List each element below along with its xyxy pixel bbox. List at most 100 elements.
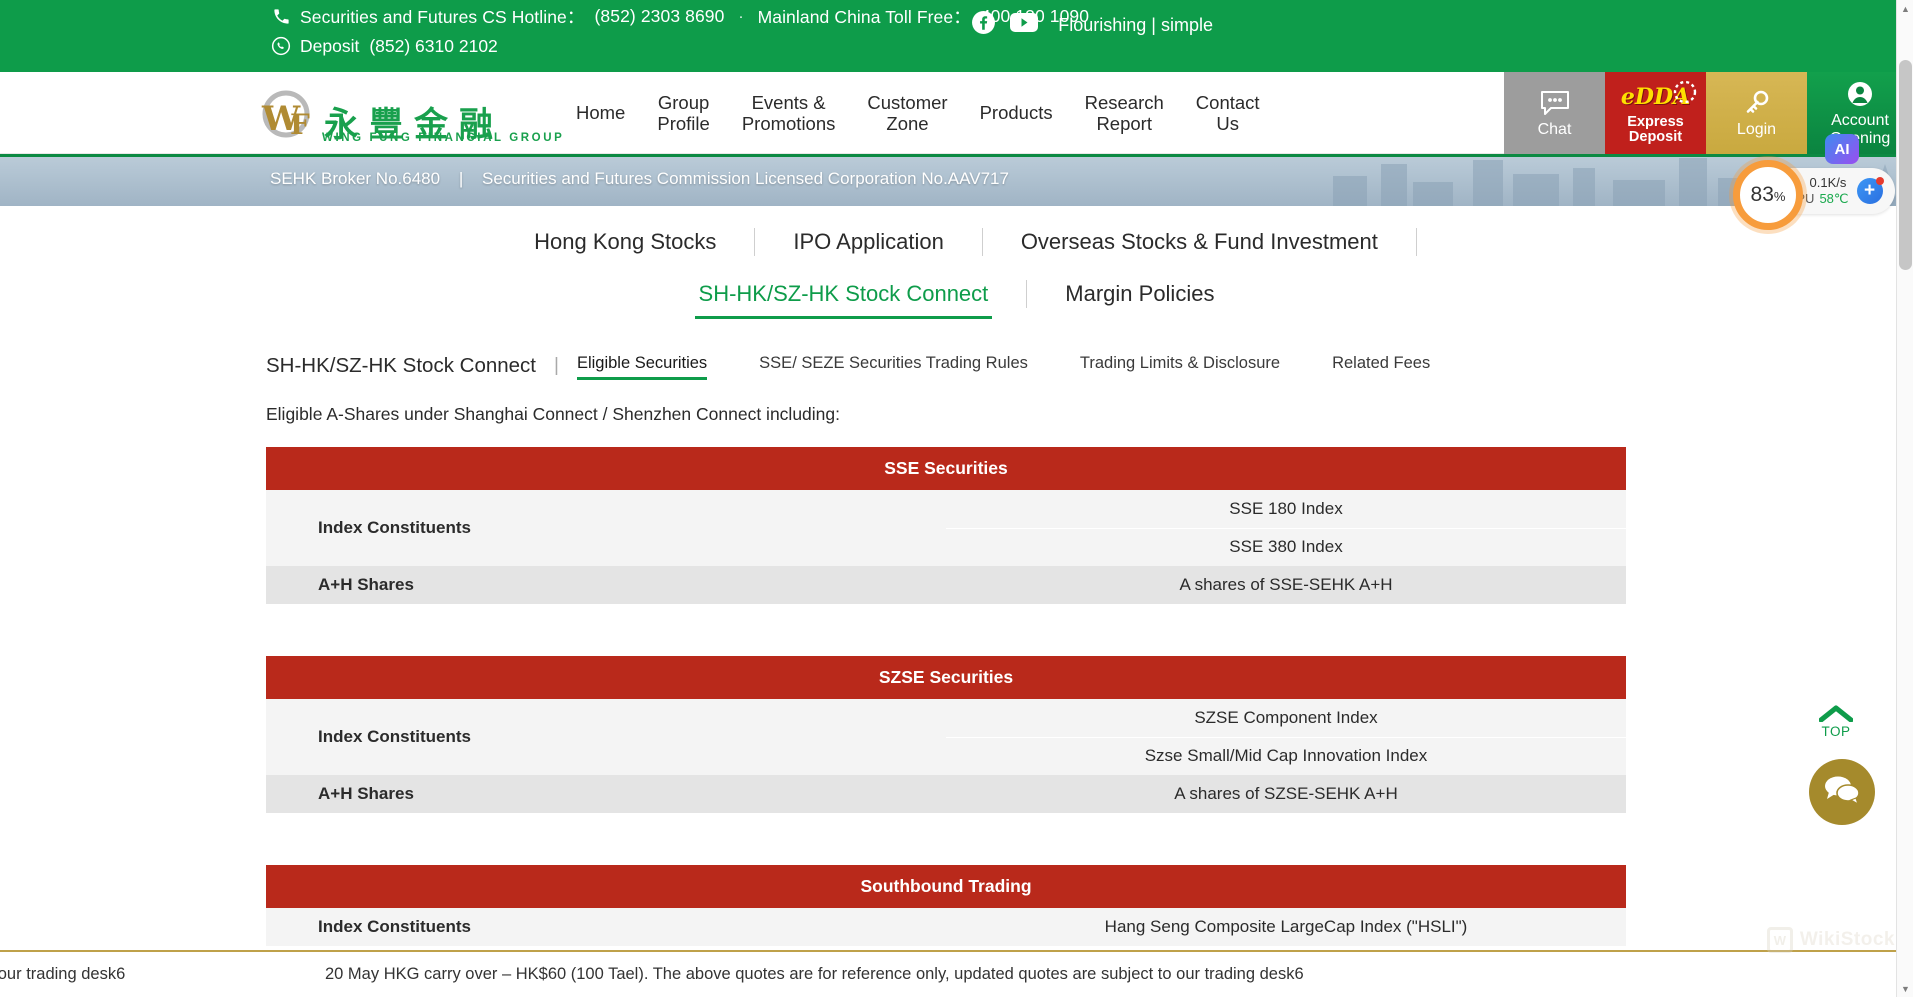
logo-english-name: WING FUNG FINANCIAL GROUP xyxy=(322,132,565,144)
mainland-label: Mainland China Toll Free： xyxy=(757,7,971,27)
subnav-item-eligible-securities[interactable]: Eligible Securities xyxy=(576,354,708,380)
cell-sse-180: SSE 180 Index xyxy=(946,490,1626,529)
logo-monogram-icon: W F xyxy=(258,90,320,142)
network-speed: 0.1K/s xyxy=(1809,174,1847,190)
cell-sse-ah: A shares of SSE-SEHK A+H xyxy=(946,566,1626,604)
row-label-index-constituents: Index Constituents xyxy=(266,908,946,946)
szse-table-title: SZSE Securities xyxy=(266,656,1626,699)
row-label-ah-shares: A+H Shares xyxy=(266,775,946,813)
section-title: SH-HK/SZ-HK Stock Connect xyxy=(266,354,536,377)
scroll-down-arrow-icon[interactable]: ▼ xyxy=(1897,980,1913,997)
nav-item-home[interactable]: Home xyxy=(560,102,641,123)
svg-text:F: F xyxy=(290,108,310,141)
watermark: W WikiStock xyxy=(1766,927,1895,953)
cpu-temperature: 58℃ xyxy=(1819,191,1849,206)
watermark-label: WikiStock xyxy=(1799,929,1895,950)
hero-banner: SEHK Broker No.6480 | Securities and Fut… xyxy=(0,154,1913,206)
subnav-item-related-fees[interactable]: Related Fees xyxy=(1332,354,1430,378)
table-row: Index Constituents SZSE Component Index xyxy=(266,699,1626,775)
tab-hong-kong-stocks[interactable]: Hong Kong Stocks xyxy=(496,229,754,255)
category-row-secondary: SH-HK/SZ-HK Stock Connect Margin Policie… xyxy=(0,280,1913,319)
nav-item-customer-zone[interactable]: Customer Zone xyxy=(851,92,963,135)
edda-icon: eDDA xyxy=(1621,80,1697,112)
scroll-up-arrow-icon[interactable]: ▲ xyxy=(1897,0,1913,17)
tab-ipo-application[interactable]: IPO Application xyxy=(755,229,981,255)
tab-stock-connect[interactable]: SH-HK/SZ-HK Stock Connect xyxy=(661,281,1027,319)
floating-chat-button[interactable] xyxy=(1809,759,1875,825)
express-deposit-button[interactable]: eDDA Express Deposit xyxy=(1605,72,1706,154)
sse-table-title: SSE Securities xyxy=(266,447,1626,490)
watermark-icon: W xyxy=(1766,927,1793,953)
add-widget-button[interactable]: + xyxy=(1856,177,1884,204)
chat-button[interactable]: Chat xyxy=(1504,72,1605,154)
cell-szse-component: SZSE Component Index xyxy=(946,699,1626,738)
hero-divider: | xyxy=(458,169,464,188)
back-to-top-button[interactable]: TOP xyxy=(1818,703,1854,739)
user-circle-icon xyxy=(1846,79,1874,109)
main-navigation: W F 永 豐 金 融 WING FUNG FINANCIAL GROUP Ho… xyxy=(0,72,1913,154)
table-row: Index Constituents Hang Seng Composite L… xyxy=(266,908,1626,947)
nav-item-group-profile[interactable]: Group Profile xyxy=(641,92,725,135)
subnav-pipe: | xyxy=(554,355,559,376)
license-info: SEHK Broker No.6480 | Securities and Fut… xyxy=(270,169,1009,189)
nav-item-research-report[interactable]: Research Report xyxy=(1069,92,1180,135)
social-label[interactable]: Flourishing | simple xyxy=(1058,15,1213,36)
row-label-ah-shares: A+H Shares xyxy=(266,566,946,604)
southbound-trading-table: Southbound Trading Index Constituents Ha… xyxy=(266,865,1626,947)
nav-item-contact-us[interactable]: Contact Us xyxy=(1180,92,1276,135)
deposit-label: Deposit xyxy=(300,35,360,56)
tab-margin-policies[interactable]: Margin Policies xyxy=(1027,281,1252,307)
table-row: A+H Shares A shares of SZSE-SEHK A+H xyxy=(266,775,1626,813)
express-deposit-label: Express Deposit xyxy=(1627,113,1684,145)
table-header: SSE Securities xyxy=(266,447,1626,490)
tab-overseas-stocks-fund-investment[interactable]: Overseas Stocks & Fund Investment xyxy=(983,229,1416,255)
broker-number: SEHK Broker No.6480 xyxy=(270,169,441,188)
category-tab-bar: Hong Kong Stocks IPO Application Oversea… xyxy=(0,206,1913,319)
vertical-scrollbar[interactable]: ▲ ▼ xyxy=(1896,0,1913,997)
nav-item-events-promotions[interactable]: Events & Promotions xyxy=(726,92,852,135)
subnav-item-trading-limits[interactable]: Trading Limits & Disclosure xyxy=(1080,354,1280,378)
table-row: Index Constituents SSE 180 Index xyxy=(266,490,1626,566)
hotline-number[interactable]: (852) 2303 8690 xyxy=(595,6,725,27)
cell-szse-ah: A shares of SZSE-SEHK A+H xyxy=(946,775,1626,813)
dot-separator: · xyxy=(738,8,744,25)
cpu-usage-gauge[interactable]: 83% xyxy=(1733,160,1803,230)
social-links: Flourishing | simple xyxy=(971,10,1213,40)
scrollbar-thumb[interactable] xyxy=(1899,60,1912,270)
chat-bubble-icon xyxy=(1539,88,1571,118)
phone-icon xyxy=(270,6,292,28)
login-button[interactable]: Login xyxy=(1706,72,1807,154)
subnav-item-trading-rules[interactable]: SSE/ SEZE Securities Trading Rules xyxy=(759,354,1028,378)
nav-link-list: Home Group Profile Events & Promotions C… xyxy=(560,72,1276,154)
hotline-label: Securities and Futures CS Hotline： xyxy=(300,7,585,27)
table-spacer xyxy=(266,604,1626,656)
ai-badge[interactable]: AI xyxy=(1825,134,1859,164)
nav-item-products[interactable]: Products xyxy=(964,102,1069,123)
facebook-icon[interactable] xyxy=(971,10,996,40)
szse-securities-table: SZSE Securities Index Constituents SZSE … xyxy=(266,656,1626,813)
cpu-usage-value: 83 xyxy=(1750,183,1774,206)
deposit-row: Deposit (852) 6310 2102 xyxy=(270,35,498,57)
cell-szse-smallmid: Szse Small/Mid Cap Innovation Index xyxy=(946,737,1626,775)
back-to-top-label: TOP xyxy=(1821,724,1851,739)
chat-button-label: Chat xyxy=(1537,120,1572,138)
chevron-up-icon xyxy=(1818,703,1854,724)
key-icon xyxy=(1743,88,1771,118)
cell-sse-380: SSE 380 Index xyxy=(946,528,1626,566)
sub-navigation: SH-HK/SZ-HK Stock Connect | Eligible Sec… xyxy=(266,354,1913,380)
cell-hsli: Hang Seng Composite LargeCap Index ("HSL… xyxy=(946,908,1626,947)
table-header: SZSE Securities xyxy=(266,656,1626,699)
deposit-number[interactable]: (852) 6310 2102 xyxy=(369,36,497,57)
ticker-main-text: 20 May HKG carry over – HK$60 (100 Tael)… xyxy=(325,965,1304,983)
top-contact-bar: Securities and Futures CS Hotline： (852)… xyxy=(0,0,1913,72)
southbound-table-title: Southbound Trading xyxy=(266,865,1626,908)
category-row-primary: Hong Kong Stocks IPO Application Oversea… xyxy=(0,228,1913,256)
table-header: Southbound Trading xyxy=(266,865,1626,908)
login-button-label: Login xyxy=(1736,120,1777,138)
main-content: Eligible A-Shares under Shanghai Connect… xyxy=(266,404,1626,947)
youtube-icon[interactable] xyxy=(1010,12,1039,38)
site-logo[interactable]: W F 永 豐 金 融 WING FUNG FINANCIAL GROUP xyxy=(258,88,562,144)
table-row: A+H Shares A shares of SSE-SEHK A+H xyxy=(266,566,1626,604)
table-spacer xyxy=(266,813,1626,865)
row-label-index-constituents: Index Constituents xyxy=(266,490,946,566)
